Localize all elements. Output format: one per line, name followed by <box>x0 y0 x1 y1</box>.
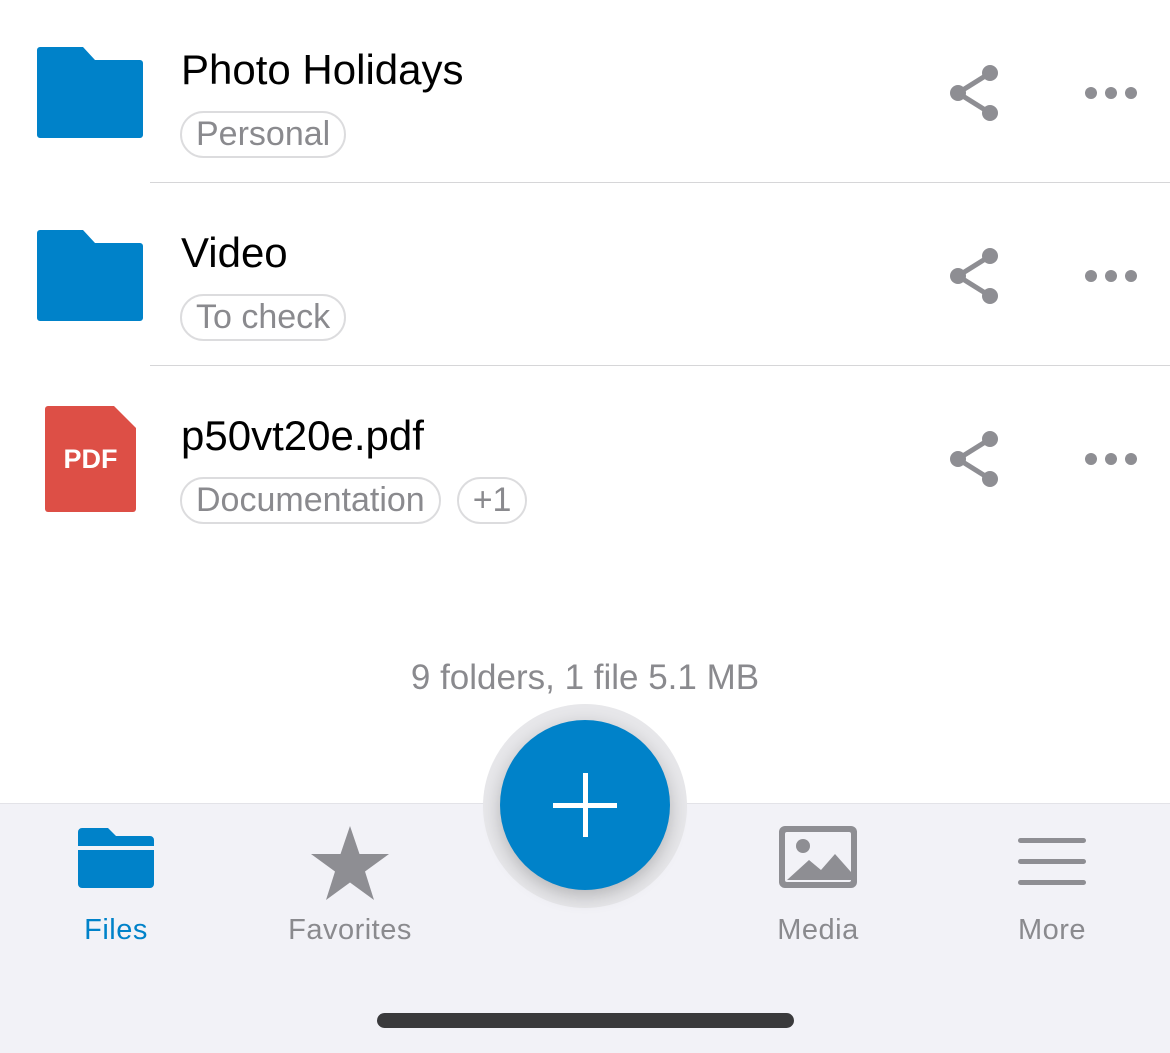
file-row-photo-holidays[interactable]: Photo Holidays Personal <box>0 0 1170 183</box>
file-name: Photo Holidays <box>181 46 464 93</box>
more-horizontal-icon[interactable] <box>1076 442 1146 476</box>
tag-chip[interactable]: Personal <box>180 111 347 158</box>
more-horizontal-icon[interactable] <box>1076 259 1146 293</box>
tab-label: Media <box>777 914 859 946</box>
more-horizontal-icon[interactable] <box>1076 76 1146 110</box>
home-indicator[interactable] <box>377 1013 794 1028</box>
pdf-icon-label: PDF <box>63 444 118 474</box>
folder-icon <box>37 230 143 321</box>
file-name: Video <box>181 229 288 276</box>
share-icon[interactable] <box>942 243 1008 309</box>
tab-files[interactable]: Files <box>16 804 216 954</box>
share-icon[interactable] <box>942 60 1008 126</box>
image-icon <box>779 826 857 888</box>
folder-icon <box>78 828 154 888</box>
pdf-icon: PDF <box>45 406 136 512</box>
menu-icon <box>1018 838 1086 885</box>
tab-favorites[interactable]: Favorites <box>250 804 450 954</box>
tab-label: Favorites <box>288 914 412 946</box>
file-name: p50vt20e.pdf <box>181 412 424 459</box>
tab-media[interactable]: Media <box>718 804 918 954</box>
tag-chip[interactable]: Documentation <box>180 477 441 524</box>
tab-label: More <box>1017 914 1087 946</box>
star-icon <box>311 826 389 900</box>
add-button[interactable] <box>500 720 670 890</box>
folder-summary: 9 folders, 1 file 5.1 MB <box>410 658 760 697</box>
tag-list: Personal <box>180 111 347 158</box>
folder-icon <box>37 47 143 138</box>
tab-label: Files <box>84 914 148 946</box>
file-row-pdf[interactable]: PDF p50vt20e.pdf Documentation +1 <box>0 366 1170 549</box>
plus-icon <box>553 773 617 837</box>
files-screen: Photo Holidays Personal Video To check P… <box>0 0 1170 1053</box>
tag-list: To check <box>180 294 347 341</box>
tab-more[interactable]: More <box>952 804 1152 954</box>
tag-more-chip[interactable]: +1 <box>456 477 528 524</box>
file-row-video[interactable]: Video To check <box>0 183 1170 366</box>
share-icon[interactable] <box>942 426 1008 492</box>
tag-chip[interactable]: To check <box>180 294 347 341</box>
tag-list: Documentation +1 <box>180 477 528 524</box>
